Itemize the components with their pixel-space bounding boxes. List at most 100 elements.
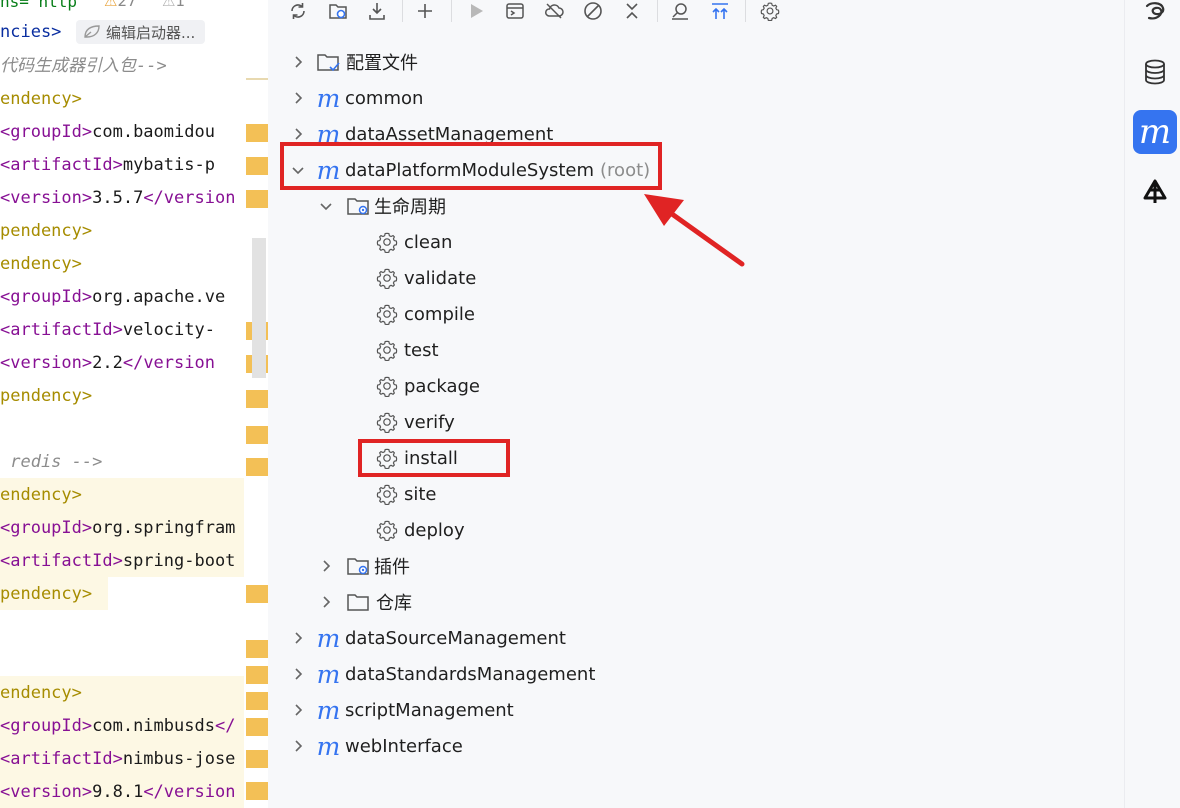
lifecycle-goal-test[interactable]: test xyxy=(376,332,439,368)
lifecycle-goal-verify[interactable]: verify xyxy=(376,404,455,440)
gutter-marker[interactable] xyxy=(246,390,268,408)
tree-item-module[interactable]: m dataSourceManagement xyxy=(290,620,566,656)
skip-tests-icon[interactable] xyxy=(581,0,605,22)
toolbar-separator xyxy=(402,0,403,22)
offline-icon[interactable] xyxy=(542,0,566,22)
root-module-label: dataPlatformModuleSystem xyxy=(345,159,595,181)
repositories-label: 仓库 xyxy=(376,593,412,614)
gutter-marker[interactable] xyxy=(246,585,268,603)
lifecycle-goal-site[interactable]: site xyxy=(376,476,437,512)
tree-item-module[interactable]: m common xyxy=(290,80,423,116)
gear-icon xyxy=(376,412,398,433)
goal-label: install xyxy=(404,447,458,469)
gutter-marker[interactable] xyxy=(246,124,268,142)
tree-item-module[interactable]: m webInterface xyxy=(290,728,463,764)
chevron-right-icon[interactable] xyxy=(290,90,306,106)
plugins-folder-icon xyxy=(347,558,369,575)
chevron-right-icon[interactable] xyxy=(290,666,306,682)
toolbar-separator xyxy=(451,0,452,22)
chevron-right-icon[interactable] xyxy=(290,702,306,718)
lifecycle-goal-deploy[interactable]: deploy xyxy=(376,512,465,548)
gutter-marker[interactable] xyxy=(246,458,268,476)
chevron-down-icon[interactable] xyxy=(290,162,306,178)
code-line: endency> xyxy=(0,683,82,703)
chevron-right-icon[interactable] xyxy=(318,558,334,574)
chevron-right-icon[interactable] xyxy=(290,126,306,142)
maven-tool-window: 配置文件 m common m dataAssetManagement m da… xyxy=(268,0,1124,808)
run-icon[interactable] xyxy=(464,0,488,22)
lifecycle-label: 生命周期 xyxy=(374,197,446,218)
module-label: dataAssetManagement xyxy=(345,123,554,145)
editor-top-fragment: ns= http xyxy=(0,0,78,11)
chevron-down-icon[interactable] xyxy=(318,198,334,214)
goal-label: package xyxy=(404,375,480,397)
editor-status-row: ns= http ⚠27 ⚠1 ˆ ˇ xyxy=(0,0,268,15)
reimport-icon[interactable] xyxy=(326,0,350,22)
tree-item-repositories[interactable]: 仓库 xyxy=(318,584,412,620)
maven-icon[interactable]: m xyxy=(1133,110,1177,154)
gutter-marker[interactable] xyxy=(246,782,268,800)
add-icon[interactable] xyxy=(413,0,437,22)
navigate-problems-icon[interactable]: ˆ ˇ xyxy=(214,0,232,8)
chevron-right-icon[interactable] xyxy=(318,594,334,610)
plugin-icon[interactable] xyxy=(1133,170,1177,214)
weak-warnings-count: 1 xyxy=(175,0,185,10)
gutter-marker[interactable] xyxy=(246,718,268,736)
editor-scrollbar-thumb[interactable] xyxy=(252,238,266,378)
lifecycle-goal-compile[interactable]: compile xyxy=(376,296,475,332)
gear-icon xyxy=(376,376,398,397)
weak-warnings-indicator[interactable]: ⚠1 xyxy=(162,0,185,10)
run-config-icon[interactable] xyxy=(503,0,527,22)
chevron-right-icon[interactable] xyxy=(290,54,306,70)
code-line: <version>3.5.7</version xyxy=(0,188,236,208)
tree-item-module[interactable]: m dataAssetManagement xyxy=(290,116,553,152)
download-icon[interactable] xyxy=(365,0,389,22)
code-line: <groupId>com.nimbusds</ xyxy=(0,716,236,736)
analyze-icon[interactable] xyxy=(668,0,692,22)
gutter-marker[interactable] xyxy=(246,157,268,175)
edit-starters-button[interactable]: 编辑启动器... xyxy=(76,20,206,44)
gutter-marker[interactable] xyxy=(246,426,268,444)
show-dependencies-icon[interactable] xyxy=(708,0,732,22)
lifecycle-goal-clean[interactable]: clean xyxy=(376,224,452,260)
lifecycle-goal-package[interactable]: package xyxy=(376,368,480,404)
goal-label: validate xyxy=(404,267,477,289)
tree-item-module[interactable]: m dataStandardsManagement xyxy=(290,656,595,692)
code-line: 代码生成器引入包--> xyxy=(0,56,167,76)
gutter-marker[interactable] xyxy=(246,190,268,208)
code-editor[interactable]: ns= http ⚠27 ⚠1 ˆ ˇ ncies> 编辑启动器... 代码生成… xyxy=(0,0,268,808)
gutter-marker[interactable] xyxy=(246,750,268,768)
maven-module-icon: m xyxy=(316,659,341,689)
database-icon[interactable] xyxy=(1133,50,1177,94)
reload-icon[interactable] xyxy=(286,0,310,22)
goal-label: compile xyxy=(404,303,475,325)
warnings-indicator[interactable]: ⚠27 xyxy=(104,0,137,10)
tree-item-module[interactable]: m scriptManagement xyxy=(290,692,514,728)
gutter-marker[interactable] xyxy=(246,692,268,710)
code-line: endency> xyxy=(0,254,82,274)
collapse-icon[interactable] xyxy=(620,0,644,22)
right-tool-strip: m xyxy=(1124,0,1180,808)
lifecycle-goal-install[interactable]: install xyxy=(376,440,458,476)
maven-module-icon: m xyxy=(316,119,341,149)
tree-item-root-module[interactable]: m dataPlatformModuleSystem (root) xyxy=(290,152,650,188)
gear-icon xyxy=(376,340,398,361)
gutter-marker[interactable] xyxy=(246,666,268,684)
gutter-marker[interactable] xyxy=(246,640,268,658)
toolbar-separator xyxy=(657,0,658,22)
lifecycle-goal-validate[interactable]: validate xyxy=(376,260,476,296)
root-suffix: (root) xyxy=(600,159,651,181)
tree-item-lifecycle[interactable]: 生命周期 xyxy=(318,188,446,224)
toolbar-separator xyxy=(745,0,746,22)
gutter-divider xyxy=(246,78,268,80)
tree-item-config-files[interactable]: 配置文件 xyxy=(290,44,418,80)
settings-icon[interactable] xyxy=(758,0,782,22)
chevron-right-icon[interactable] xyxy=(290,630,306,646)
breadcrumb[interactable]: ncies> xyxy=(0,19,61,45)
ai-assistant-icon[interactable] xyxy=(1133,0,1177,34)
tree-item-plugins[interactable]: 插件 xyxy=(318,548,410,584)
chevron-right-icon[interactable] xyxy=(290,738,306,754)
code-line: <artifactId>spring-boot xyxy=(0,551,236,571)
module-label: scriptManagement xyxy=(345,699,514,721)
code-line: <groupId>org.springfram xyxy=(0,518,236,538)
